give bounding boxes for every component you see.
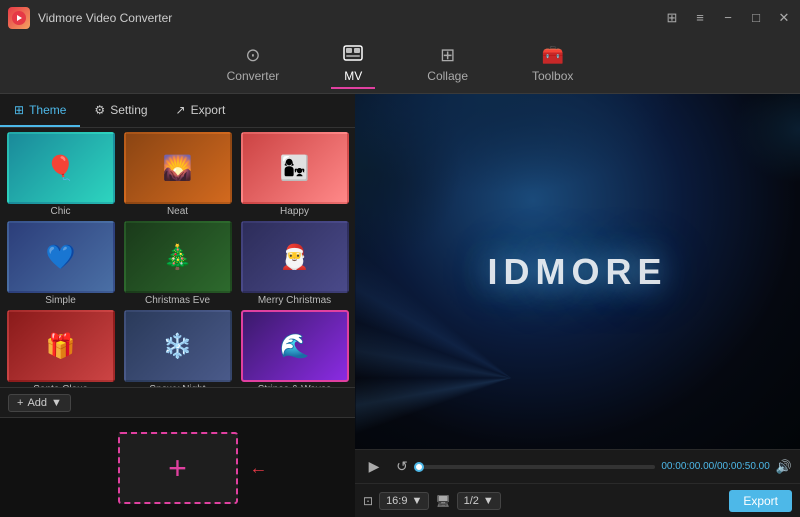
theme-stripes-waves[interactable]: 🌊 Stripes & Waves (238, 310, 351, 387)
left-panel: ⊞ Theme ⚙ Setting ↗ Export 🎈 Chic (0, 94, 355, 517)
grid-button[interactable]: ⊞ (664, 10, 680, 26)
tab-mv-label: MV (344, 69, 362, 83)
theme-snowy-night[interactable]: ❄️ Snowy Night (121, 310, 234, 387)
monitor-icon: 🖥 (435, 494, 450, 508)
theme-merry-christmas[interactable]: 🎅 Merry Christmas (238, 221, 351, 306)
subtab-export[interactable]: ↗ Export (162, 94, 240, 127)
add-media-placeholder[interactable]: + (118, 432, 238, 504)
subtab-setting[interactable]: ⚙ Setting (80, 94, 161, 127)
setting-gear-icon: ⚙ (94, 103, 105, 117)
theme-christmas-eve-label: Christmas Eve (145, 295, 210, 306)
theme-chic-overlay: 🎈 (9, 134, 113, 202)
title-bar-controls: ⊞ ≡ − □ ✕ (664, 10, 792, 26)
app-title: Vidmore Video Converter (38, 11, 172, 25)
tab-converter-label: Converter (227, 69, 280, 83)
subtab-theme-label: Theme (29, 103, 66, 117)
theme-stripes-overlay: 🌊 (243, 312, 347, 380)
volume-icon[interactable]: 🔊 (776, 459, 792, 475)
theme-simple-label: Simple (45, 295, 76, 306)
theme-neat-overlay: 🌄 (126, 134, 230, 202)
theme-merry-christmas-overlay: 🎅 (243, 223, 347, 291)
tab-mv[interactable]: MV (331, 41, 375, 89)
theme-chic[interactable]: 🎈 Chic (4, 132, 117, 217)
progress-bar[interactable] (419, 465, 655, 469)
theme-chic-label: Chic (50, 206, 70, 217)
theme-simple-overlay: 💙 (9, 223, 113, 291)
converter-icon: ⊙ (245, 45, 260, 66)
theme-simple[interactable]: 💙 Simple (4, 221, 117, 306)
export-button[interactable]: Export (729, 490, 792, 512)
tab-toolbox[interactable]: 🧰 Toolbox (520, 41, 585, 89)
app-logo (8, 7, 30, 29)
theme-santa-thumb: 🎁 (7, 310, 115, 382)
bottom-bar: ⊡ 16:9 ▼ 🖥 1/2 ▼ Export (355, 483, 800, 517)
add-label: Add (27, 397, 47, 409)
tab-converter[interactable]: ⊙ Converter (215, 41, 292, 89)
collage-icon: ⊞ (440, 45, 455, 66)
export-arrow-icon: ↗ (176, 103, 186, 117)
tab-toolbox-label: Toolbox (532, 69, 573, 83)
media-area: + ← (0, 417, 355, 517)
subtab-export-label: Export (191, 103, 226, 117)
time-display: 00:00:00.00/00:00:50.00 (661, 461, 769, 472)
plus-icon: + (168, 452, 187, 484)
theme-snowy-thumb: ❄️ (124, 310, 232, 382)
ratio-label: 16:9 (386, 495, 407, 507)
add-icon: + (17, 397, 23, 409)
theme-christmas-eve[interactable]: 🎄 Christmas Eve (121, 221, 234, 306)
tab-collage-label: Collage (427, 69, 468, 83)
tab-collage[interactable]: ⊞ Collage (415, 41, 480, 89)
main-content: ⊞ Theme ⚙ Setting ↗ Export 🎈 Chic (0, 94, 800, 517)
theme-christmas-eve-thumb: 🎄 (124, 221, 232, 293)
add-dropdown-icon: ▼ (51, 397, 62, 409)
theme-santa-overlay: 🎁 (9, 312, 113, 380)
theme-neat[interactable]: 🌄 Neat (121, 132, 234, 217)
maximize-button[interactable]: □ (748, 10, 764, 26)
resolution-button[interactable]: 1/2 ▼ (457, 492, 501, 510)
minimize-button[interactable]: − (720, 10, 736, 26)
play-button[interactable]: ▶ (363, 458, 385, 475)
theme-happy[interactable]: 👩‍👧 Happy (238, 132, 351, 217)
resolution-dropdown-icon: ▼ (483, 495, 494, 507)
theme-grid: 🎈 Chic 🌄 Neat 👩‍👧 Happy � (0, 128, 355, 387)
resolution-label: 1/2 (464, 495, 479, 507)
close-button[interactable]: ✕ (776, 10, 792, 26)
theme-happy-label: Happy (280, 206, 309, 217)
theme-simple-thumb: 💙 (7, 221, 115, 293)
theme-christmas-eve-overlay: 🎄 (126, 223, 230, 291)
menu-button[interactable]: ≡ (692, 10, 708, 26)
subtab-setting-label: Setting (110, 103, 147, 117)
theme-grid-icon: ⊞ (14, 103, 24, 117)
theme-merry-christmas-label: Merry Christmas (258, 295, 331, 306)
theme-stripes-thumb: 🌊 (241, 310, 349, 382)
ratio-dropdown-icon: ▼ (411, 495, 422, 507)
replay-button[interactable]: ↺ (391, 458, 413, 475)
mv-icon (343, 45, 363, 66)
theme-happy-overlay: 👩‍👧 (243, 134, 347, 202)
preview-area: IDMORE (355, 94, 800, 449)
controls-bar: ▶ ↺ 00:00:00.00/00:00:50.00 🔊 (355, 449, 800, 483)
preview-text: IDMORE (488, 251, 668, 293)
right-panel: IDMORE ▶ ↺ 00:00:00.00/00:00:50.00 🔊 ⊡ 1… (355, 94, 800, 517)
progress-dot (414, 462, 424, 472)
frame-icon: ⊡ (363, 494, 373, 508)
theme-happy-thumb: 👩‍👧 (241, 132, 349, 204)
arrow-indicator: ← (250, 457, 268, 478)
theme-chic-thumb: 🎈 (7, 132, 115, 204)
title-bar: Vidmore Video Converter ⊞ ≡ − □ ✕ (0, 0, 800, 36)
add-button[interactable]: + Add ▼ (8, 394, 71, 412)
subtab-theme[interactable]: ⊞ Theme (0, 94, 80, 127)
title-bar-left: Vidmore Video Converter (8, 7, 172, 29)
aspect-ratio-button[interactable]: 16:9 ▼ (379, 492, 429, 510)
theme-neat-thumb: 🌄 (124, 132, 232, 204)
toolbox-icon: 🧰 (541, 45, 563, 66)
add-strip: + Add ▼ (0, 387, 355, 417)
theme-merry-christmas-thumb: 🎅 (241, 221, 349, 293)
theme-santa-claus[interactable]: 🎁 Santa Claus (4, 310, 117, 387)
sub-tabs: ⊞ Theme ⚙ Setting ↗ Export (0, 94, 355, 128)
nav-tabs: ⊙ Converter MV ⊞ Collage 🧰 Toolbox (0, 36, 800, 94)
theme-snowy-overlay: ❄️ (126, 312, 230, 380)
theme-neat-label: Neat (167, 206, 188, 217)
